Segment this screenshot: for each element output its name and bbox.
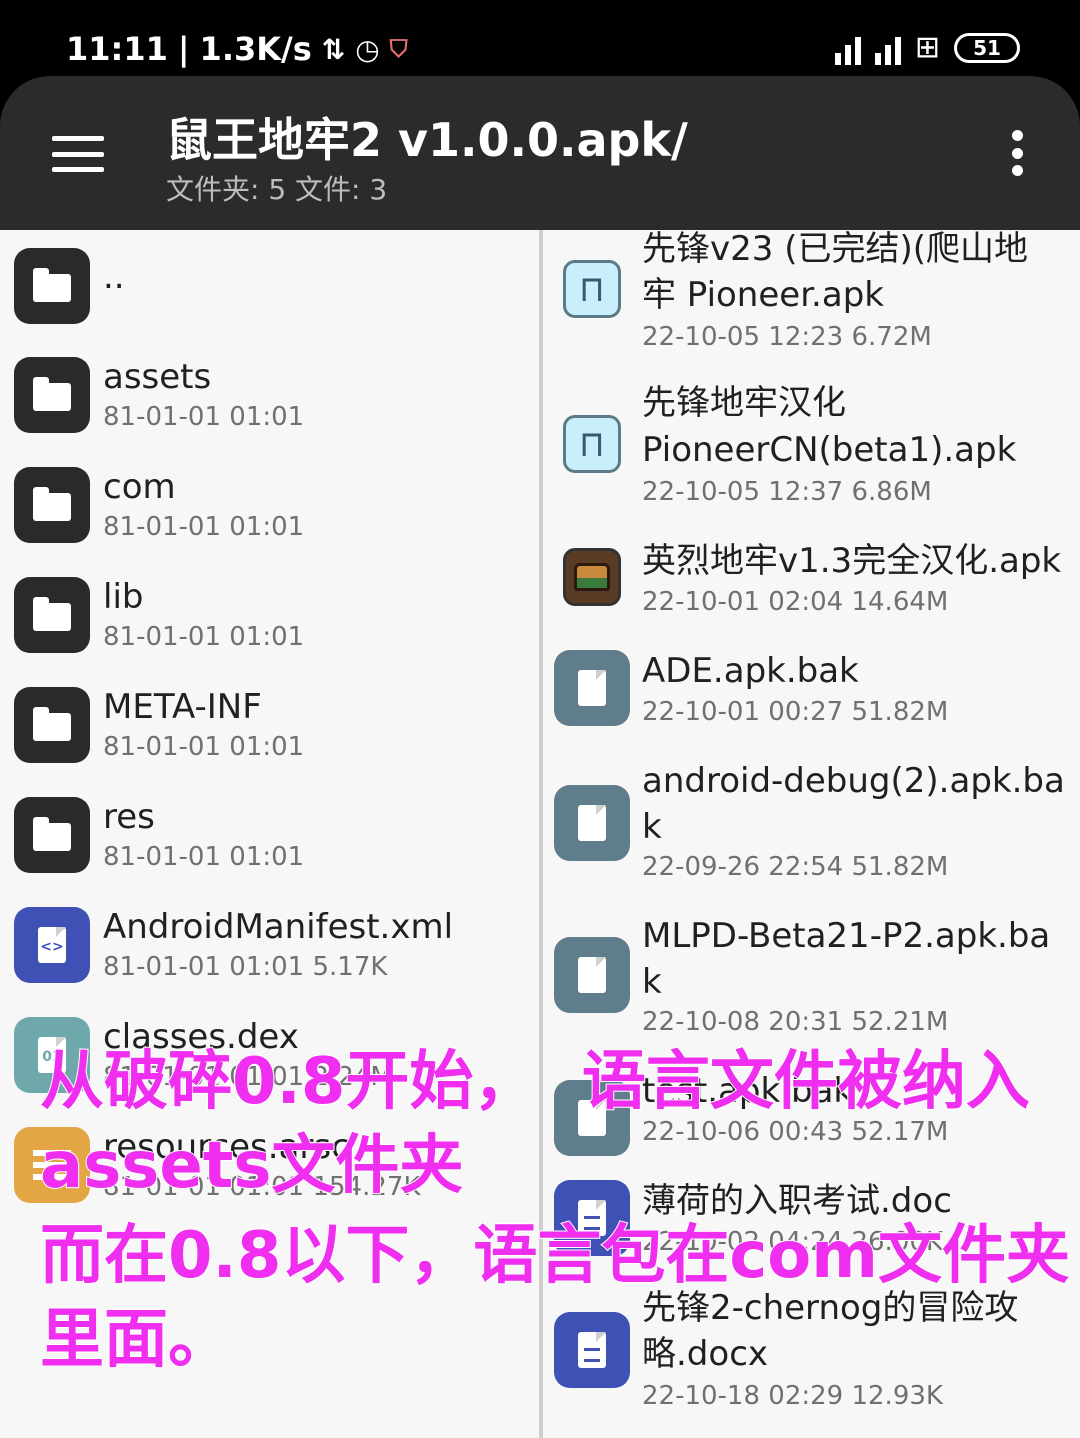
item-name-cont: PioneerCN(beta1).apk (642, 430, 1017, 470)
network-speed: 1.3K/s (199, 30, 312, 68)
item-name: res (103, 797, 155, 837)
xml-file-icon: <> (14, 907, 90, 983)
item-name-cont: k (642, 807, 662, 847)
list-item-meta-inf[interactable]: META-INF 81-01-01 01:01 (0, 678, 540, 788)
status-left: 11:11 | 1.3K/s ⇅ ◷ ⛉ (66, 30, 408, 68)
item-name: AndroidManifest.xml (103, 907, 454, 947)
menu-icon[interactable] (52, 136, 104, 172)
list-item-assets[interactable]: assets 81-01-01 01:01 (0, 348, 540, 458)
folder-icon (14, 467, 90, 543)
item-meta: 22-10-01 00:27 51.82M (642, 697, 949, 727)
pioneer-apk-icon: ⊓ (563, 415, 621, 473)
item-meta: 22-09-26 22:54 51.82M (642, 852, 949, 882)
item-name: .. (103, 257, 125, 297)
list-item-ade-bak[interactable]: ADE.apk.bak 22-10-01 00:27 51.82M (543, 648, 1080, 748)
file-icon (554, 650, 630, 726)
item-name: 先锋地牢汉化 (642, 383, 846, 423)
folder-icon (14, 797, 90, 873)
item-meta: 81-01-01 01:01 (103, 732, 305, 762)
status-separator: | (177, 30, 190, 68)
item-meta: 22-10-08 20:31 52.21M (642, 1007, 949, 1037)
folder-icon (14, 687, 90, 763)
overlay-annotation-1: 从破碎0.8开始， 语言文件被纳入assets文件夹 (39, 1044, 1031, 1204)
pioneer-apk-icon: ⊓ (563, 260, 621, 318)
item-meta: 81-01-01 01:01 (103, 842, 305, 872)
item-name: lib (103, 577, 144, 617)
page-subtitle: 文件夹: 5 文件: 3 (166, 173, 388, 206)
item-meta: 22-10-18 02:29 12.93K (642, 1381, 943, 1411)
app-bar: 鼠王地牢2 v1.0.0.apk/ 文件夹: 5 文件: 3 (0, 76, 1080, 230)
alarm-icon: ◷ (355, 32, 380, 66)
battery-level: 51 (973, 35, 1001, 60)
item-meta: 22-10-01 02:04 14.64M (642, 587, 949, 617)
list-item-yinglie[interactable]: 英烈地牢v1.3完全汉化.apk 22-10-01 02:04 14.64M (543, 538, 1080, 638)
status-right: ⊞ 51 (834, 30, 1020, 65)
page-title: 鼠王地牢2 v1.0.0.apk/ (166, 113, 688, 167)
item-name-cont: 牢 Pioneer.apk (642, 275, 884, 315)
shield-icon: ⛉ (389, 35, 408, 63)
item-meta: 81-01-01 01:01 (103, 402, 305, 432)
item-name: META-INF (103, 687, 262, 727)
list-item-pioneer-v23[interactable]: ⊓ 先锋v23 (已完结)(爬山地 牢 Pioneer.apk 22-10-05… (543, 230, 1080, 360)
item-meta: 81-01-01 01:01 (103, 622, 305, 652)
list-item-parent[interactable]: .. (0, 230, 540, 340)
status-time: 11:11 (66, 30, 168, 68)
item-name: ADE.apk.bak (642, 651, 859, 691)
item-name: android-debug(2).apk.ba (642, 761, 1065, 801)
more-options-icon[interactable] (1010, 130, 1024, 176)
file-icon (554, 937, 630, 1013)
battery-icon: 51 (954, 32, 1020, 63)
item-name: 先锋v23 (已完结)(爬山地 (642, 230, 1028, 269)
folder-icon (14, 577, 90, 653)
item-name: com (103, 467, 176, 507)
overlay-annotation-2: 而在0.8以下，语言包在com文件夹里面。 (39, 1218, 1071, 1378)
sync-icon: ⇅ (321, 32, 346, 66)
chest-apk-icon (563, 548, 621, 606)
item-meta: 81-01-01 01:01 (103, 512, 305, 542)
file-icon (554, 785, 630, 861)
hotspot-icon: ⊞ (914, 30, 940, 65)
list-item-androidmanifest[interactable]: <> AndroidManifest.xml 81-01-01 01:01 5.… (0, 898, 540, 1008)
list-item-res[interactable]: res 81-01-01 01:01 (0, 788, 540, 898)
list-item-com[interactable]: com 81-01-01 01:01 (0, 458, 540, 568)
signal-icon (834, 31, 861, 65)
item-name: MLPD-Beta21-P2.apk.ba (642, 916, 1051, 956)
folder-icon (14, 357, 90, 433)
item-name: assets (103, 357, 212, 397)
item-meta: 81-01-01 01:01 5.17K (103, 952, 388, 982)
item-meta: 22-10-05 12:23 6.72M (642, 322, 932, 352)
item-name-cont: k (642, 962, 662, 1002)
signal-icon-2 (874, 31, 901, 65)
list-item-lib[interactable]: lib 81-01-01 01:01 (0, 568, 540, 678)
item-meta: 22-10-05 12:37 6.86M (642, 477, 932, 507)
list-item-android-debug[interactable]: android-debug(2).apk.ba k 22-09-26 22:54… (543, 758, 1080, 908)
item-name: 英烈地牢v1.3完全汉化.apk (642, 541, 1062, 581)
list-item-pioneercn[interactable]: ⊓ 先锋地牢汉化 PioneerCN(beta1).apk 22-10-05 1… (543, 378, 1080, 528)
folder-icon (14, 248, 90, 324)
